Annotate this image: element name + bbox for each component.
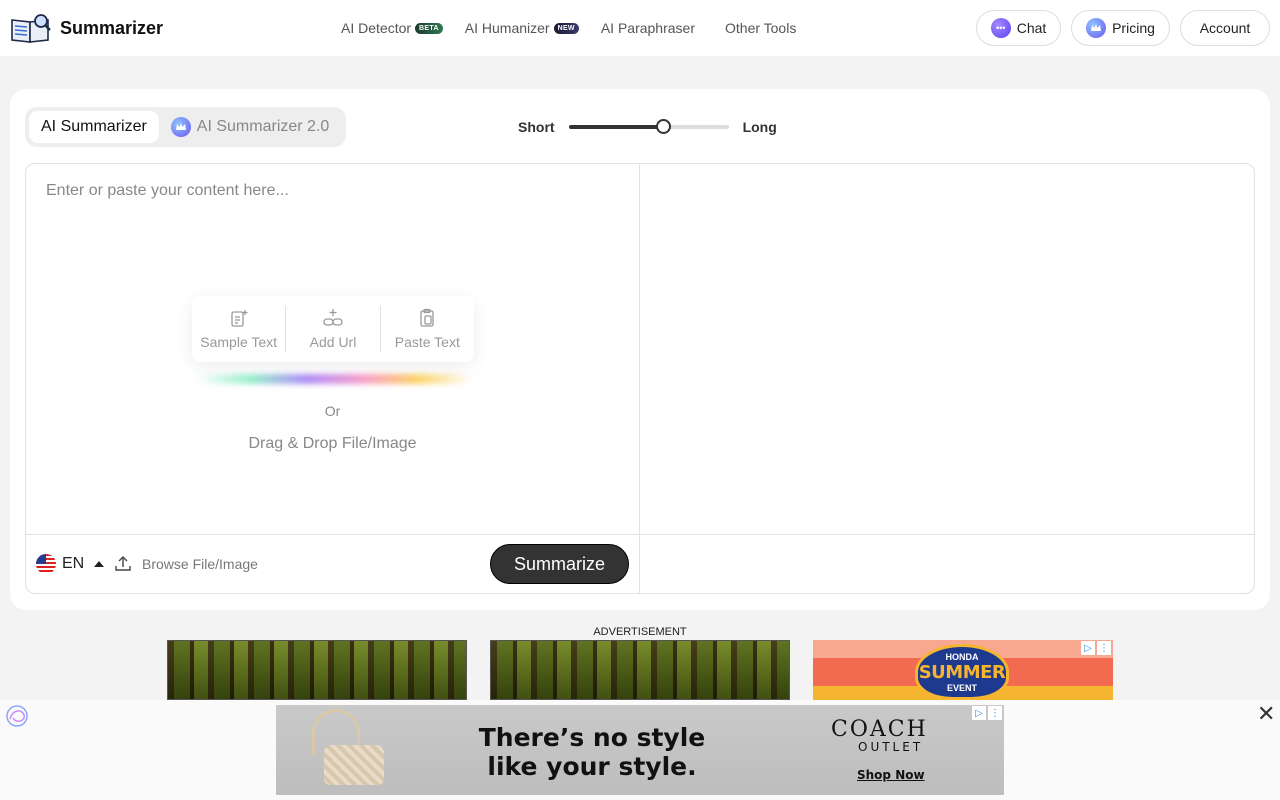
coach-brand: COACH <box>831 717 928 742</box>
adchoices-icon: ▷ <box>972 706 986 720</box>
main-nav: AI Detector BETA AI Humanizer NEW AI Par… <box>341 0 818 56</box>
slider-min-label: Short <box>518 119 555 135</box>
tab-label: AI Summarizer 2.0 <box>196 118 330 135</box>
swirl-logo-icon <box>6 705 28 727</box>
pricing-button[interactable]: Pricing <box>1071 10 1170 46</box>
slider-fill <box>568 125 663 129</box>
caret-up-icon <box>94 561 105 567</box>
qa-label: Paste Text <box>394 334 460 350</box>
adchoices[interactable]: ▷ ⋮ <box>1081 641 1111 655</box>
handbag-image <box>324 745 384 785</box>
honda-summer-badge: HONDA SUMMER EVENT <box>915 644 1009 700</box>
tab-ai-summarizer[interactable]: AI Summarizer <box>29 111 159 143</box>
qa-label: Add Url <box>309 334 357 350</box>
chat-button[interactable]: ••• Chat <box>976 10 1061 46</box>
ad-menu-icon: ⋮ <box>1097 641 1111 655</box>
content-input[interactable]: Enter or paste your content here... <box>46 182 289 200</box>
honda-brand: HONDA <box>945 651 979 662</box>
sample-text-button[interactable]: Sample Text <box>192 305 285 353</box>
forest-ad-image[interactable] <box>167 640 467 700</box>
nav-label: AI Paraphraser <box>600 20 695 36</box>
honda-event-text: EVENT <box>946 682 977 693</box>
language-selector[interactable]: EN <box>36 554 105 574</box>
rainbow-glow <box>196 374 472 384</box>
us-flag-icon <box>36 554 56 574</box>
mode-tabs: AI Summarizer AI Summarizer 2.0 <box>25 107 346 147</box>
browse-label: Browse File/Image <box>142 556 258 572</box>
chat-label: Chat <box>1016 20 1047 36</box>
quick-actions: Sample Text Add Url Paste Text <box>192 296 474 362</box>
account-label: Account <box>1199 20 1251 36</box>
nav-other-tools[interactable]: Other Tools <box>725 20 796 36</box>
editor-panel: Enter or paste your content here... Samp… <box>25 163 1255 594</box>
coach-headline: There’s no style like your style. <box>472 723 712 781</box>
honda-ad[interactable]: HONDA SUMMER EVENT ▷ ⋮ <box>813 640 1113 700</box>
forest-ad-image[interactable] <box>490 640 790 700</box>
add-url-button[interactable]: Add Url <box>286 305 379 353</box>
tab-ai-summarizer-2[interactable]: AI Summarizer 2.0 <box>159 111 341 143</box>
qa-label: Sample Text <box>200 334 278 350</box>
account-button[interactable]: Account <box>1180 10 1270 46</box>
logo[interactable]: Summarizer <box>10 12 163 44</box>
link-icon <box>323 309 343 326</box>
coach-line-2: like your style. <box>487 752 697 781</box>
nav-ai-humanizer[interactable]: AI Humanizer NEW <box>465 20 579 36</box>
chat-bubble-icon: ••• <box>990 18 1011 38</box>
language-code: EN <box>62 555 85 572</box>
nav-label: AI Detector <box>341 20 412 36</box>
beta-badge: BETA <box>415 22 443 34</box>
sample-text-icon <box>231 310 248 327</box>
toolbar-divider <box>26 534 1254 535</box>
length-slider: Short Long <box>518 119 777 135</box>
or-text: Or <box>324 403 341 419</box>
nav-ai-paraphraser[interactable]: AI Paraphraser <box>601 20 695 36</box>
close-ad-button[interactable]: ✕ <box>1257 703 1275 725</box>
pricing-label: Pricing <box>1112 20 1155 36</box>
slider-track[interactable] <box>568 119 729 134</box>
nav-label: Other Tools <box>725 20 797 36</box>
summarize-button[interactable]: Summarize <box>490 544 629 584</box>
top-header: Summarizer AI Detector BETA AI Humanizer… <box>0 0 1280 56</box>
coach-line-1: There’s no style <box>478 723 706 752</box>
upload-icon <box>115 556 131 571</box>
panel-divider <box>639 164 640 593</box>
nav-label: AI Humanizer <box>464 20 550 36</box>
new-badge: NEW <box>553 22 579 34</box>
slider-thumb[interactable] <box>655 119 671 134</box>
crown-icon <box>170 117 191 137</box>
ad-menu-icon: ⋮ <box>988 706 1002 720</box>
coach-ad[interactable]: There’s no style like your style. COACH … <box>276 705 1004 795</box>
crown-icon <box>1086 18 1107 38</box>
coach-outlet: OUTLET <box>858 740 924 754</box>
nav-ai-detector[interactable]: AI Detector BETA <box>341 20 443 36</box>
shop-now-link[interactable]: Shop Now <box>857 768 925 782</box>
adchoices[interactable]: ▷ ⋮ <box>972 706 1002 720</box>
summarizer-card: AI Summarizer AI Summarizer 2.0 Short Lo… <box>10 89 1270 610</box>
advertisement-label: ADVERTISEMENT <box>593 626 687 638</box>
adchoices-icon: ▷ <box>1081 641 1095 655</box>
honda-summer-text: SUMMER <box>918 661 1006 683</box>
book-magnifier-icon <box>11 14 51 43</box>
browse-file-button[interactable]: Browse File/Image <box>114 555 258 573</box>
clipboard-icon <box>420 308 434 327</box>
paste-text-button[interactable]: Paste Text <box>381 305 474 353</box>
logo-text: Summarizer <box>60 17 164 38</box>
drag-drop-zone[interactable]: Drag & Drop File/Image <box>26 435 639 453</box>
slider-max-label: Long <box>742 119 777 135</box>
